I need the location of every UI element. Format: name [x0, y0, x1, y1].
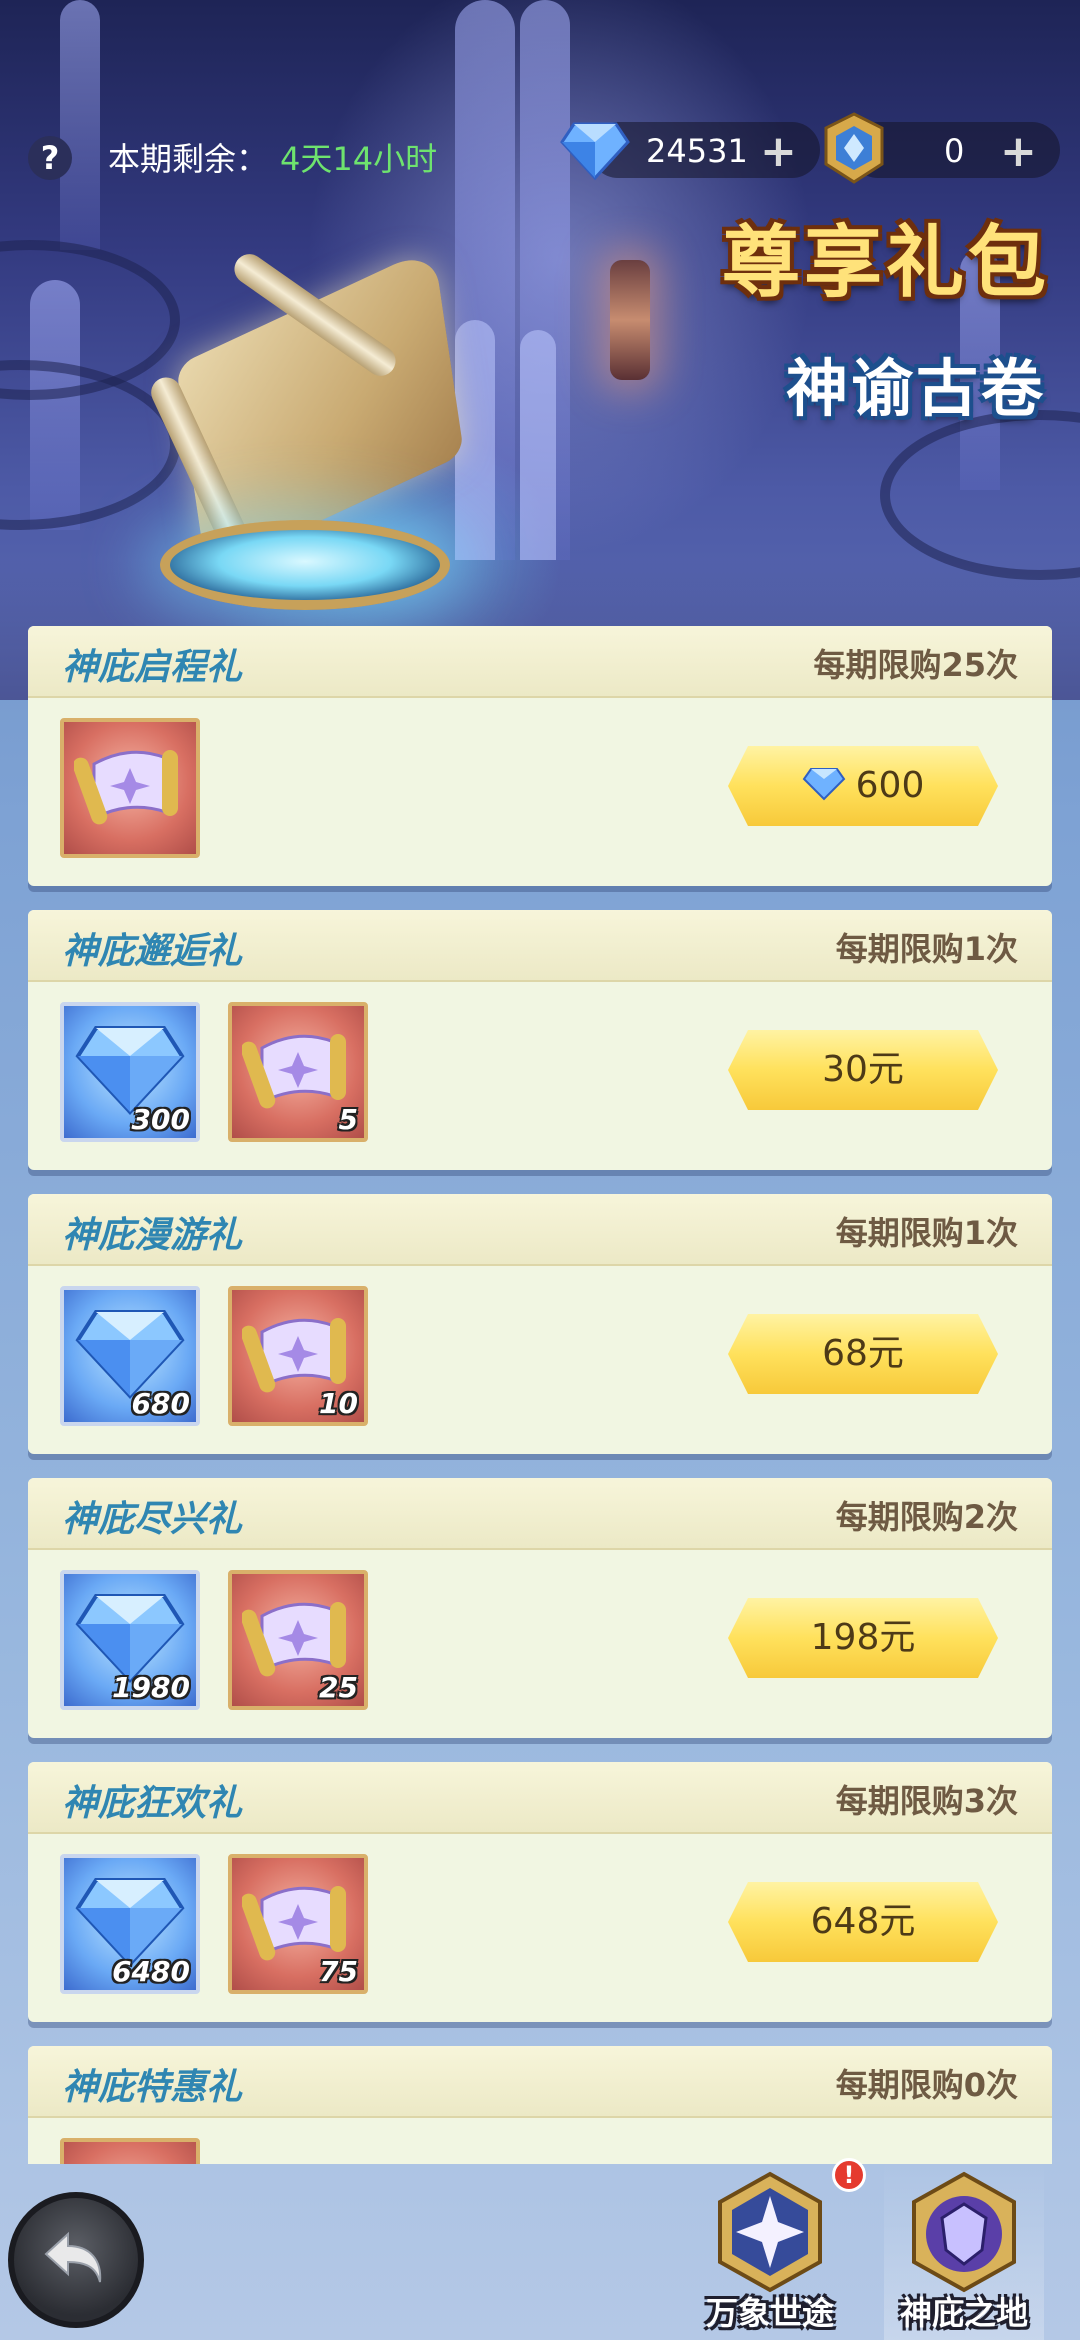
buy-button[interactable]: 68元 [728, 1314, 998, 1394]
scroll-item-icon [242, 1034, 346, 1109]
buy-button[interactable]: 198元 [728, 1598, 998, 1678]
back-arrow-icon [44, 2231, 102, 2283]
diamond-reward-item[interactable]: 6480 [60, 1854, 200, 1994]
tab-world-journey-label: 万象世途 [705, 2294, 834, 2332]
banner-title: 尊享礼包 [721, 218, 1050, 308]
hanging-lamp [610, 260, 650, 380]
token-count: 0 [944, 132, 965, 170]
buy-button-price: 600 [855, 765, 925, 806]
alert-badge: ! [832, 2158, 866, 2192]
star-emblem-icon [718, 2171, 822, 2293]
diamond-icon [802, 768, 845, 801]
purchase-limit: 每期限购2次 [835, 1498, 1018, 1536]
add-diamond-button[interactable]: + [760, 126, 797, 177]
pack-title: 神庇狂欢礼 [62, 1783, 243, 1824]
scroll-reward-item[interactable]: 5 [228, 1002, 368, 1142]
diamond-reward-item[interactable]: 680 [60, 1286, 200, 1426]
scroll-reward-item[interactable]: 25 [228, 1570, 368, 1710]
tab-divine-land-label: 神庇之地 [899, 2294, 1028, 2332]
spiral-stair [880, 410, 1080, 580]
diamond-count: 24531 [646, 132, 748, 170]
pack-header: 神庇尽兴礼 每期限购2次 [28, 1478, 1052, 1550]
item-quantity: 5 [338, 1103, 358, 1136]
tab-divine-land[interactable]: 神庇之地 [884, 2158, 1044, 2340]
buy-button-price: 648元 [810, 1901, 916, 1942]
pack-header: 神庇邂逅礼 每期限购1次 [28, 910, 1052, 982]
help-icon[interactable]: ? [28, 136, 72, 180]
purchase-limit: 每期限购25次 [813, 646, 1018, 684]
item-quantity: 75 [319, 1955, 358, 1988]
scroll-reward-item[interactable] [60, 718, 200, 858]
banner-subtitle: 神谕古卷 [785, 352, 1046, 425]
remaining-time-label: 本期剩余： [108, 140, 269, 178]
tab-world-journey[interactable]: 万象世途 [690, 2158, 850, 2340]
purchase-limit: 每期限购0次 [835, 2066, 1018, 2104]
item-quantity: 10 [319, 1387, 358, 1420]
pack-title: 神庇漫游礼 [62, 1215, 243, 1256]
item-quantity: 6480 [112, 1955, 190, 1988]
pack-card: 神庇启程礼 每期限购25次 600 [28, 626, 1052, 886]
pack-list[interactable]: 神庇启程礼 每期限购25次 600 神庇邂逅礼 每期限购1次 300 5 30元 神庇漫游礼 每期… [28, 626, 1052, 2164]
castle-pillar [60, 0, 100, 250]
buy-button[interactable]: 648元 [728, 1882, 998, 1962]
item-quantity: 680 [131, 1387, 190, 1420]
buy-button-price: 30元 [822, 1049, 904, 1090]
banner: ? 本期剩余： 4天14小时 24531 + 0 + 尊享礼包 神谕古卷 [0, 0, 1080, 700]
item-quantity: 300 [131, 1103, 190, 1136]
castle-window [520, 330, 556, 560]
back-button[interactable] [8, 2192, 144, 2328]
purchase-limit: 每期限购3次 [835, 1782, 1018, 1820]
buy-button-price: 198元 [810, 1617, 916, 1658]
purchase-limit: 每期限购1次 [835, 1214, 1018, 1252]
diamond-reward-item[interactable]: 300 [60, 1002, 200, 1142]
scroll-reward-item[interactable]: 75 [228, 1854, 368, 1994]
pack-header: 神庇特惠礼 每期限购0次 [28, 2046, 1052, 2118]
item-quantity: 1980 [112, 1671, 190, 1704]
item-quantity: 25 [319, 1671, 358, 1704]
scroll-item-icon [74, 750, 178, 825]
add-token-button[interactable]: + [1000, 126, 1037, 177]
diamond-icon [560, 122, 630, 181]
pack-header: 神庇狂欢礼 每期限购3次 [28, 1762, 1052, 1834]
diamond-reward-item[interactable]: 1980 [60, 1570, 200, 1710]
buy-button[interactable]: 600 [728, 746, 998, 826]
pack-card: 神庇漫游礼 每期限购1次 680 10 68元 [28, 1194, 1052, 1454]
shield-emblem-icon [912, 2171, 1016, 2293]
pack-title: 神庇尽兴礼 [62, 1499, 243, 1540]
pack-card: 神庇狂欢礼 每期限购3次 6480 75 648元 [28, 1762, 1052, 2022]
buy-button-price: 68元 [822, 1333, 904, 1374]
pack-title: 神庇启程礼 [62, 647, 243, 688]
pack-header: 神庇启程礼 每期限购25次 [28, 626, 1052, 698]
scroll-item-icon [74, 2154, 186, 2164]
pack-title: 神庇邂逅礼 [62, 931, 243, 972]
pack-title: 神庇特惠礼 [62, 2067, 243, 2108]
buy-button[interactable]: 30元 [728, 1030, 998, 1110]
pack-card: 神庇特惠礼 每期限购0次 [28, 2046, 1052, 2164]
remaining-time-value: 4天14小时 [280, 140, 438, 178]
glowing-pedestal [160, 520, 450, 610]
purchase-limit: 每期限购1次 [835, 930, 1018, 968]
pack-header: 神庇漫游礼 每期限购1次 [28, 1194, 1052, 1266]
pack-card: 神庇邂逅礼 每期限购1次 300 5 30元 [28, 910, 1052, 1170]
scroll-reward-item[interactable]: 10 [228, 1286, 368, 1426]
scroll-token-icon [824, 112, 884, 184]
pack-card: 神庇尽兴礼 每期限购2次 1980 25 198元 [28, 1478, 1052, 1738]
scroll-reward-item[interactable] [60, 2138, 200, 2164]
